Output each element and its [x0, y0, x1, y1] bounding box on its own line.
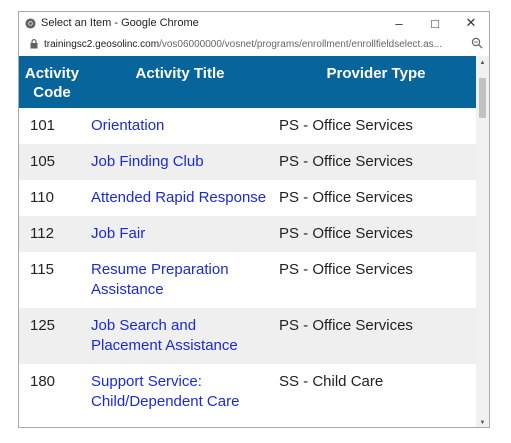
title-bar: Select an Item - Google Chrome – □ ✕	[19, 12, 489, 34]
maximize-icon: □	[431, 15, 439, 31]
activity-code: 112	[30, 225, 54, 242]
zoom-icon[interactable]	[471, 37, 483, 49]
activity-title-link[interactable]: Support Service: Child/Dependent Care	[85, 364, 275, 420]
close-icon: ✕	[465, 15, 477, 30]
activity-title-link[interactable]: Resume Preparation Assistance	[85, 252, 275, 308]
chrome-logo-icon	[25, 17, 36, 29]
activity-table: Activity Code Activity Title Provider Ty…	[19, 56, 477, 420]
activity-code: 101	[30, 117, 56, 134]
activity-title-link[interactable]: Orientation	[85, 108, 275, 144]
provider-type: SS - Child Care	[279, 373, 384, 390]
table-row: 101 Orientation PS - Office Services	[19, 108, 477, 144]
activity-title-link[interactable]: Job Fair	[85, 216, 275, 252]
address-bar[interactable]: trainingsc2.geosolinc.com/vos06000000/vo…	[19, 34, 489, 54]
table-row: 112 Job Fair PS - Office Services	[19, 216, 477, 252]
window-controls: – □ ✕	[381, 12, 489, 34]
scrollbar-thumb[interactable]	[479, 78, 486, 118]
provider-type: PS - Office Services	[279, 153, 413, 170]
minimize-icon: –	[395, 15, 403, 31]
activity-title-link[interactable]: Job Finding Club	[85, 144, 275, 180]
provider-type: PS - Office Services	[279, 317, 413, 334]
window-title: Select an Item - Google Chrome	[41, 17, 199, 29]
table-row: 115 Resume Preparation Assistance PS - O…	[19, 252, 477, 308]
page-content: Activity Code Activity Title Provider Ty…	[19, 56, 477, 427]
activity-code: 125	[30, 317, 56, 334]
url-path: /vos06000000/vosnet/programs/enrollment/…	[159, 38, 442, 50]
header-activity-code[interactable]: Activity Code	[19, 56, 85, 108]
table-row: 105 Job Finding Club PS - Office Service…	[19, 144, 477, 180]
lock-icon	[30, 39, 38, 49]
minimize-button[interactable]: –	[381, 12, 417, 34]
activity-code: 105	[30, 153, 56, 170]
provider-type: PS - Office Services	[279, 225, 413, 242]
activity-code: 110	[30, 189, 54, 206]
table-row: 125 Job Search and Placement Assistance …	[19, 308, 477, 364]
header-provider-type[interactable]: Provider Type	[275, 56, 477, 108]
vertical-scrollbar[interactable]: ▲ ▼	[476, 56, 489, 427]
activity-code: 115	[30, 261, 54, 278]
browser-popup-window: Select an Item - Google Chrome – □ ✕ tra…	[18, 11, 490, 428]
table-row: 110 Attended Rapid Response PS - Office …	[19, 180, 477, 216]
activity-code: 180	[30, 373, 56, 390]
provider-type: PS - Office Services	[279, 189, 413, 206]
provider-type: PS - Office Services	[279, 261, 413, 278]
scroll-down-arrow-icon[interactable]: ▼	[476, 416, 489, 427]
maximize-button[interactable]: □	[417, 12, 453, 34]
scroll-up-arrow-icon[interactable]: ▲	[476, 56, 489, 69]
provider-type: PS - Office Services	[279, 117, 413, 134]
header-activity-title[interactable]: Activity Title	[85, 56, 275, 108]
activity-title-link[interactable]: Attended Rapid Response	[85, 180, 275, 216]
url-text: trainingsc2.geosolinc.com/vos06000000/vo…	[44, 39, 464, 50]
activity-title-link[interactable]: Job Search and Placement Assistance	[85, 308, 275, 364]
url-host: trainingsc2.geosolinc.com	[44, 38, 160, 50]
close-button[interactable]: ✕	[453, 12, 489, 34]
table-header-row: Activity Code Activity Title Provider Ty…	[19, 56, 477, 108]
table-row: 180 Support Service: Child/Dependent Car…	[19, 364, 477, 420]
